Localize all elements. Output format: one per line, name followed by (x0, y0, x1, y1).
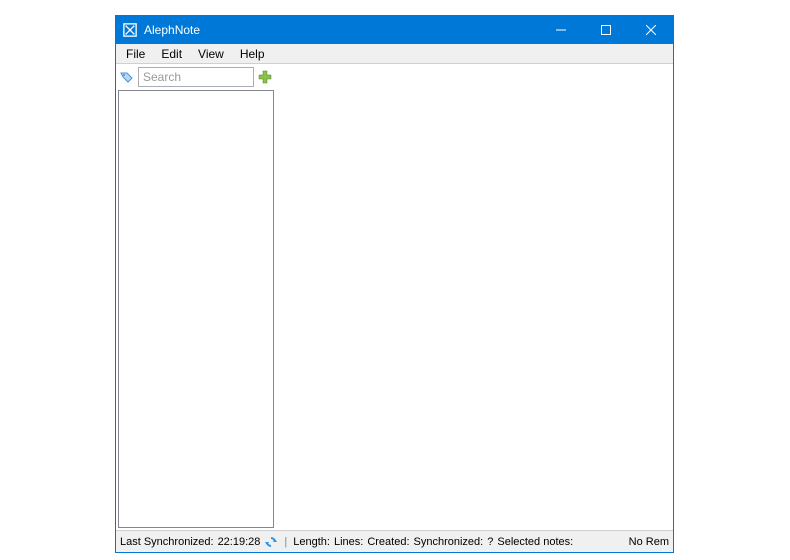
editor-area[interactable] (276, 64, 673, 530)
minimize-button[interactable] (538, 16, 583, 44)
add-note-button[interactable] (256, 68, 274, 86)
menubar: File Edit View Help (116, 44, 673, 64)
search-input[interactable] (138, 67, 254, 87)
remote-label: No Rem (629, 536, 669, 548)
menu-file[interactable]: File (118, 46, 153, 62)
note-list[interactable] (118, 90, 274, 528)
app-window: AlephNote File Edit View Help (115, 15, 674, 553)
app-icon (122, 22, 138, 38)
sync-icon[interactable] (264, 535, 278, 549)
selected-notes-label: Selected notes: (497, 536, 573, 548)
titlebar[interactable]: AlephNote (116, 16, 673, 44)
close-button[interactable] (628, 16, 673, 44)
status-separator: | (284, 536, 287, 548)
synchronized-value: ? (487, 536, 493, 548)
menu-edit[interactable]: Edit (153, 46, 190, 62)
last-sync-value: 22:19:28 (218, 536, 261, 548)
lines-label: Lines: (334, 536, 363, 548)
created-label: Created: (367, 536, 409, 548)
menu-help[interactable]: Help (232, 46, 273, 62)
menu-view[interactable]: View (190, 46, 232, 62)
last-sync-label: Last Synchronized: (120, 536, 214, 548)
search-row (118, 66, 274, 88)
statusbar: Last Synchronized: 22:19:28 | Length: Li… (116, 530, 673, 552)
length-label: Length: (293, 536, 330, 548)
window-controls (538, 16, 673, 44)
tag-icon[interactable] (118, 68, 136, 86)
sidebar (116, 64, 276, 530)
content-area (116, 64, 673, 530)
window-title: AlephNote (144, 23, 538, 37)
synchronized-label: Synchronized: (414, 536, 484, 548)
maximize-button[interactable] (583, 16, 628, 44)
